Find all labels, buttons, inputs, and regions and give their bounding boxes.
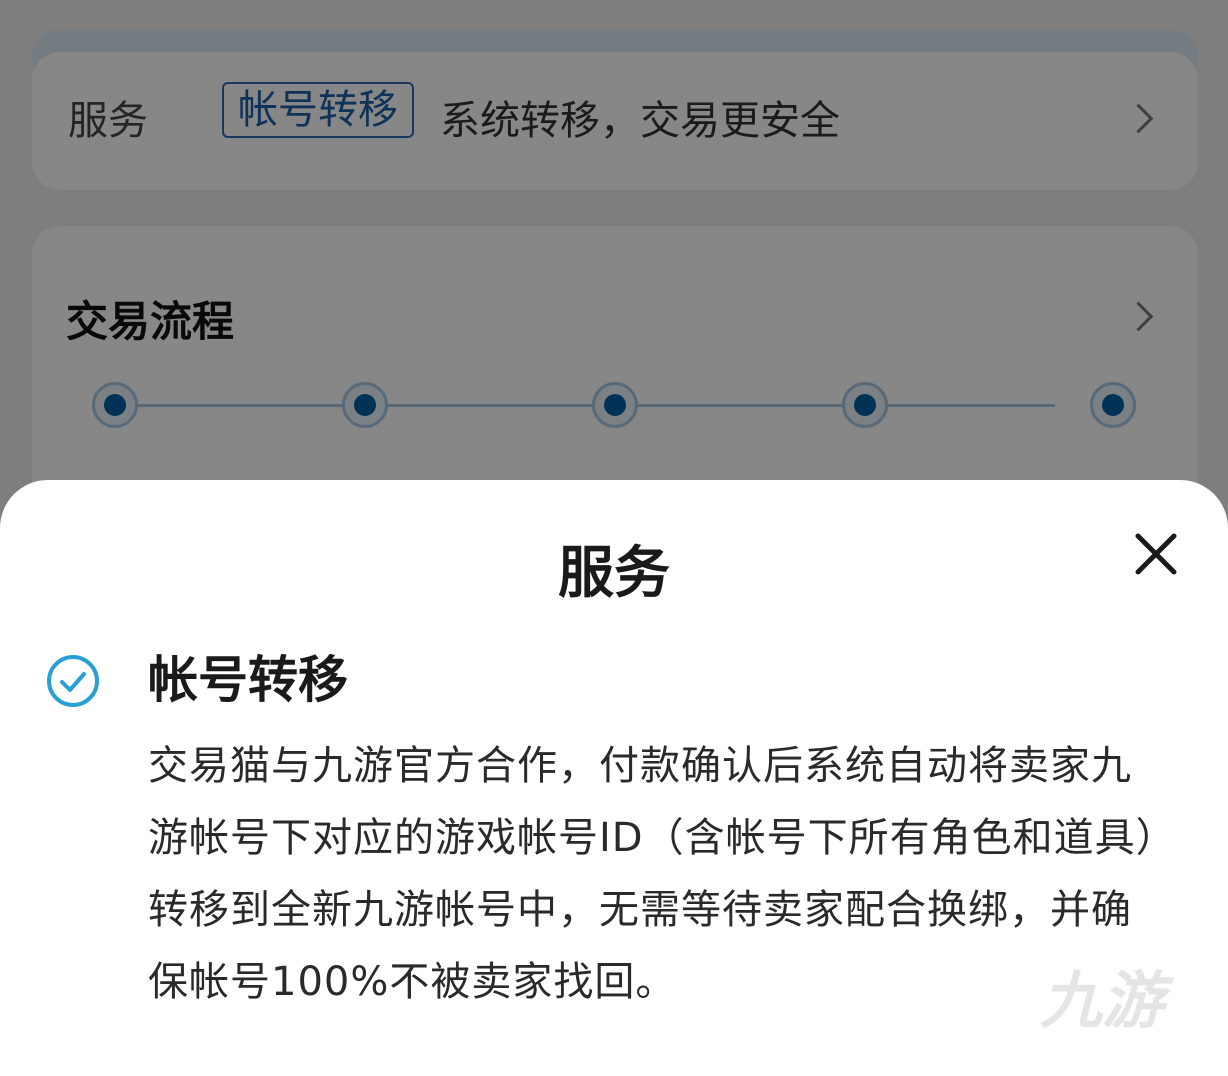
option-description: 交易猫与九游官方合作，付款确认后系统自动将卖家九游帐号下对应的游戏帐号ID（含帐… [148, 743, 1157, 1005]
sheet-title: 服务 [558, 541, 670, 606]
watermark-logo: 九游 [1040, 964, 1165, 1037]
check-circle-icon[interactable] [46, 654, 100, 708]
close-icon[interactable] [1126, 524, 1186, 584]
service-bottom-sheet: 服务 帐号转移 交易猫与九游官方合作，付款确认后系统自动将卖家九游帐号下对应的游… [0, 480, 1228, 1076]
option-title: 帐号转移 [148, 651, 348, 709]
